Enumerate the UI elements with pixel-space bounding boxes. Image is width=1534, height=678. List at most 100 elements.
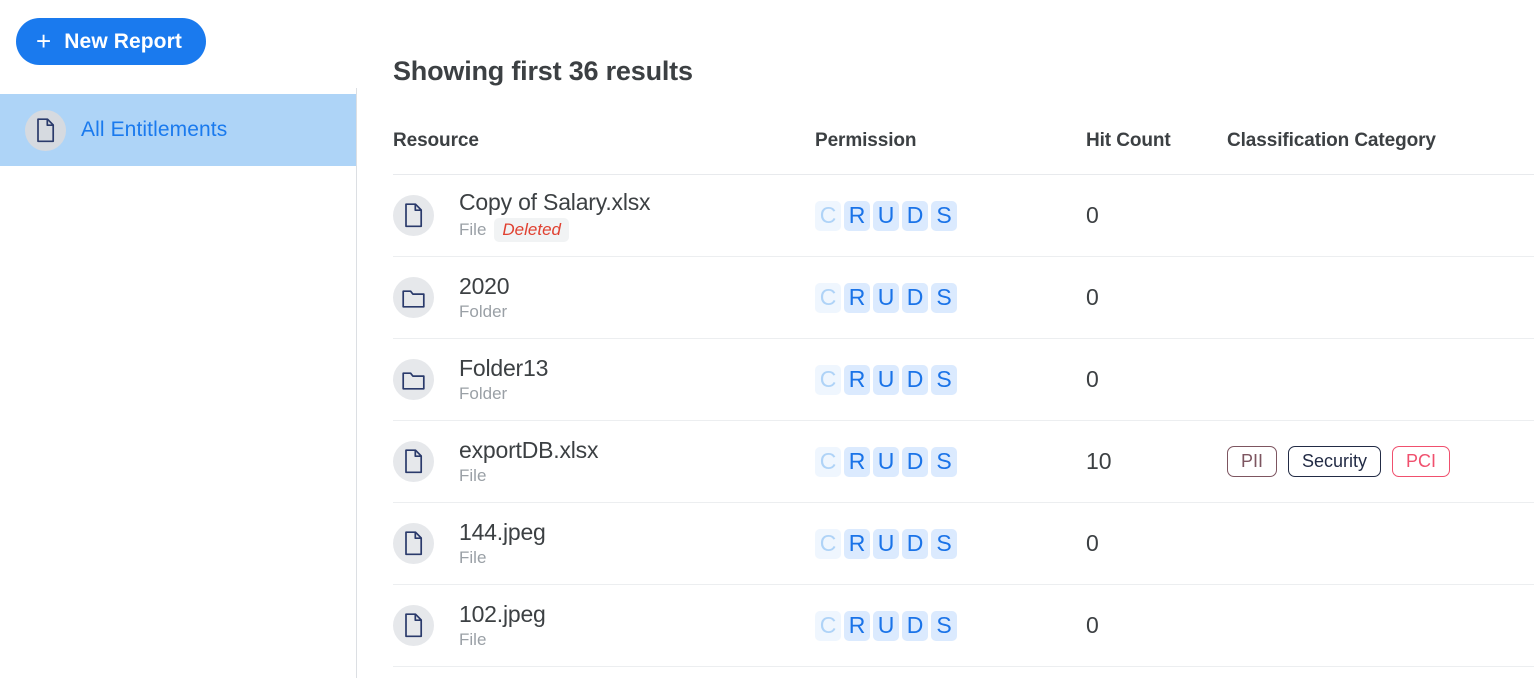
permission-s[interactable]: S xyxy=(931,446,957,477)
resource-cell: exportDB.xlsx File xyxy=(393,437,815,485)
resource-type: File xyxy=(459,547,487,567)
permission-c[interactable]: C xyxy=(815,282,841,313)
sidebar: + New Report All Entitlements xyxy=(0,0,357,678)
cell-resource: exportDB.xlsx File xyxy=(393,420,815,503)
permission-r[interactable]: R xyxy=(844,282,870,313)
resource-cell: 2020 Folder xyxy=(393,273,815,321)
permission-cruds: CRUDS xyxy=(815,282,1086,313)
resource-type: Folder xyxy=(459,301,508,321)
sidebar-item-all-entitlements[interactable]: All Entitlements xyxy=(0,94,356,166)
resource-name[interactable]: Folder13 xyxy=(459,355,548,381)
cell-resource: 144.jpeg File xyxy=(393,502,815,585)
resource-name[interactable]: exportDB.xlsx xyxy=(459,437,598,463)
permission-cruds: CRUDS xyxy=(815,364,1086,395)
resource-name[interactable]: 2020 xyxy=(459,273,510,299)
hit-count-value: 10 xyxy=(1086,448,1112,474)
permission-c[interactable]: C xyxy=(815,364,841,395)
permission-d[interactable]: D xyxy=(902,610,928,641)
table-row[interactable]: Folder13 Folder C R U D S 0 xyxy=(393,338,1534,421)
permission-c[interactable]: C xyxy=(815,200,841,231)
cell-resource: Copy of Salary.xlsx File Deleted xyxy=(393,174,815,257)
status-badge: Deleted xyxy=(494,217,570,242)
column-header-hit-count[interactable]: Hit Count xyxy=(1086,130,1227,175)
permission-r[interactable]: R xyxy=(844,364,870,395)
results-title: Showing first 36 results xyxy=(393,56,693,87)
column-header-classification-category[interactable]: Classification Category xyxy=(1227,130,1534,175)
resource-name[interactable]: 102.jpeg xyxy=(459,601,546,627)
classification-tag-security[interactable]: Security xyxy=(1288,446,1382,477)
table-header-row: Resource Permission Hit Count Classifica… xyxy=(393,130,1534,175)
resource-type: File xyxy=(459,629,487,649)
permission-r[interactable]: R xyxy=(844,200,870,231)
resource-text: exportDB.xlsx File xyxy=(459,437,598,485)
cell-hit-count: 0 xyxy=(1086,256,1227,339)
hit-count-value: 0 xyxy=(1086,284,1099,310)
table-row[interactable]: 102.jpeg File C R U D S 0 xyxy=(393,584,1534,667)
file-icon xyxy=(393,441,434,482)
cell-resource: Folder13 Folder xyxy=(393,338,815,421)
resource-meta: File Deleted xyxy=(459,217,650,242)
resource-name[interactable]: Copy of Salary.xlsx xyxy=(459,189,651,215)
permission-d[interactable]: D xyxy=(902,446,928,477)
main-content: Showing first 36 results Resource Permis… xyxy=(357,0,1534,678)
permission-c[interactable]: C xyxy=(815,528,841,559)
resource-meta: Folder xyxy=(459,384,548,404)
permission-d[interactable]: D xyxy=(902,364,928,395)
resource-text: Folder13 Folder xyxy=(459,355,548,403)
permission-c[interactable]: C xyxy=(815,610,841,641)
hit-count-value: 0 xyxy=(1086,366,1099,392)
resource-type: Folder xyxy=(459,383,508,403)
cell-permission: CRUDS xyxy=(815,174,1086,257)
resource-meta: File xyxy=(459,630,546,650)
cell-permission: CRUDS xyxy=(815,420,1086,503)
resource-meta: File xyxy=(459,466,598,486)
permission-cruds: CRUDS xyxy=(815,446,1086,477)
table-row[interactable]: 144.jpeg File C R U D S 0 xyxy=(393,502,1534,585)
table-row[interactable]: 2020 Folder C R U D S 0 xyxy=(393,256,1534,339)
permission-d[interactable]: D xyxy=(902,282,928,313)
permission-r[interactable]: R xyxy=(844,446,870,477)
permission-u[interactable]: U xyxy=(873,610,899,641)
permission-u[interactable]: U xyxy=(873,200,899,231)
cell-permission: CRUDS xyxy=(815,584,1086,667)
classification-tag-pci[interactable]: PCI xyxy=(1392,446,1451,477)
folder-icon xyxy=(393,359,434,400)
permission-u[interactable]: U xyxy=(873,364,899,395)
classification-tags: PII Security PCI xyxy=(1227,446,1534,477)
resource-name[interactable]: 144.jpeg xyxy=(459,519,546,545)
permission-r[interactable]: R xyxy=(844,528,870,559)
permission-cruds: CRUDS xyxy=(815,528,1086,559)
table-body: Copy of Salary.xlsx File Deleted C R U D S 0 2020… xyxy=(393,174,1534,667)
permission-s[interactable]: S xyxy=(931,200,957,231)
permission-d[interactable]: D xyxy=(902,528,928,559)
new-report-button-label: New Report xyxy=(64,29,182,53)
permission-u[interactable]: U xyxy=(873,282,899,313)
table-row[interactable]: exportDB.xlsx File C R U D S 10 PII Security PCI xyxy=(393,420,1534,503)
cell-classification-category xyxy=(1227,256,1534,339)
permission-u[interactable]: U xyxy=(873,446,899,477)
file-icon xyxy=(393,605,434,646)
permission-s[interactable]: S xyxy=(931,282,957,313)
cell-hit-count: 10 xyxy=(1086,420,1227,503)
permission-r[interactable]: R xyxy=(844,610,870,641)
classification-tag-pii[interactable]: PII xyxy=(1227,446,1278,477)
permission-d[interactable]: D xyxy=(902,200,928,231)
cell-resource: 102.jpeg File xyxy=(393,584,815,667)
file-icon xyxy=(393,523,434,564)
table-row[interactable]: Copy of Salary.xlsx File Deleted C R U D S 0 xyxy=(393,174,1534,257)
permission-s[interactable]: S xyxy=(931,528,957,559)
results-table: Resource Permission Hit Count Classifica… xyxy=(393,130,1534,667)
column-header-resource[interactable]: Resource xyxy=(393,130,815,175)
permission-s[interactable]: S xyxy=(931,364,957,395)
cell-hit-count: 0 xyxy=(1086,502,1227,585)
resource-text: 144.jpeg File xyxy=(459,519,546,567)
column-header-permission[interactable]: Permission xyxy=(815,130,1086,175)
permission-u[interactable]: U xyxy=(873,528,899,559)
resource-text: Copy of Salary.xlsx File Deleted xyxy=(459,189,651,242)
resource-cell: Folder13 Folder xyxy=(393,355,815,403)
new-report-button[interactable]: + New Report xyxy=(16,18,206,65)
hit-count-value: 0 xyxy=(1086,530,1099,556)
permission-s[interactable]: S xyxy=(931,610,957,641)
resource-type: File xyxy=(459,219,487,239)
permission-c[interactable]: C xyxy=(815,446,841,477)
